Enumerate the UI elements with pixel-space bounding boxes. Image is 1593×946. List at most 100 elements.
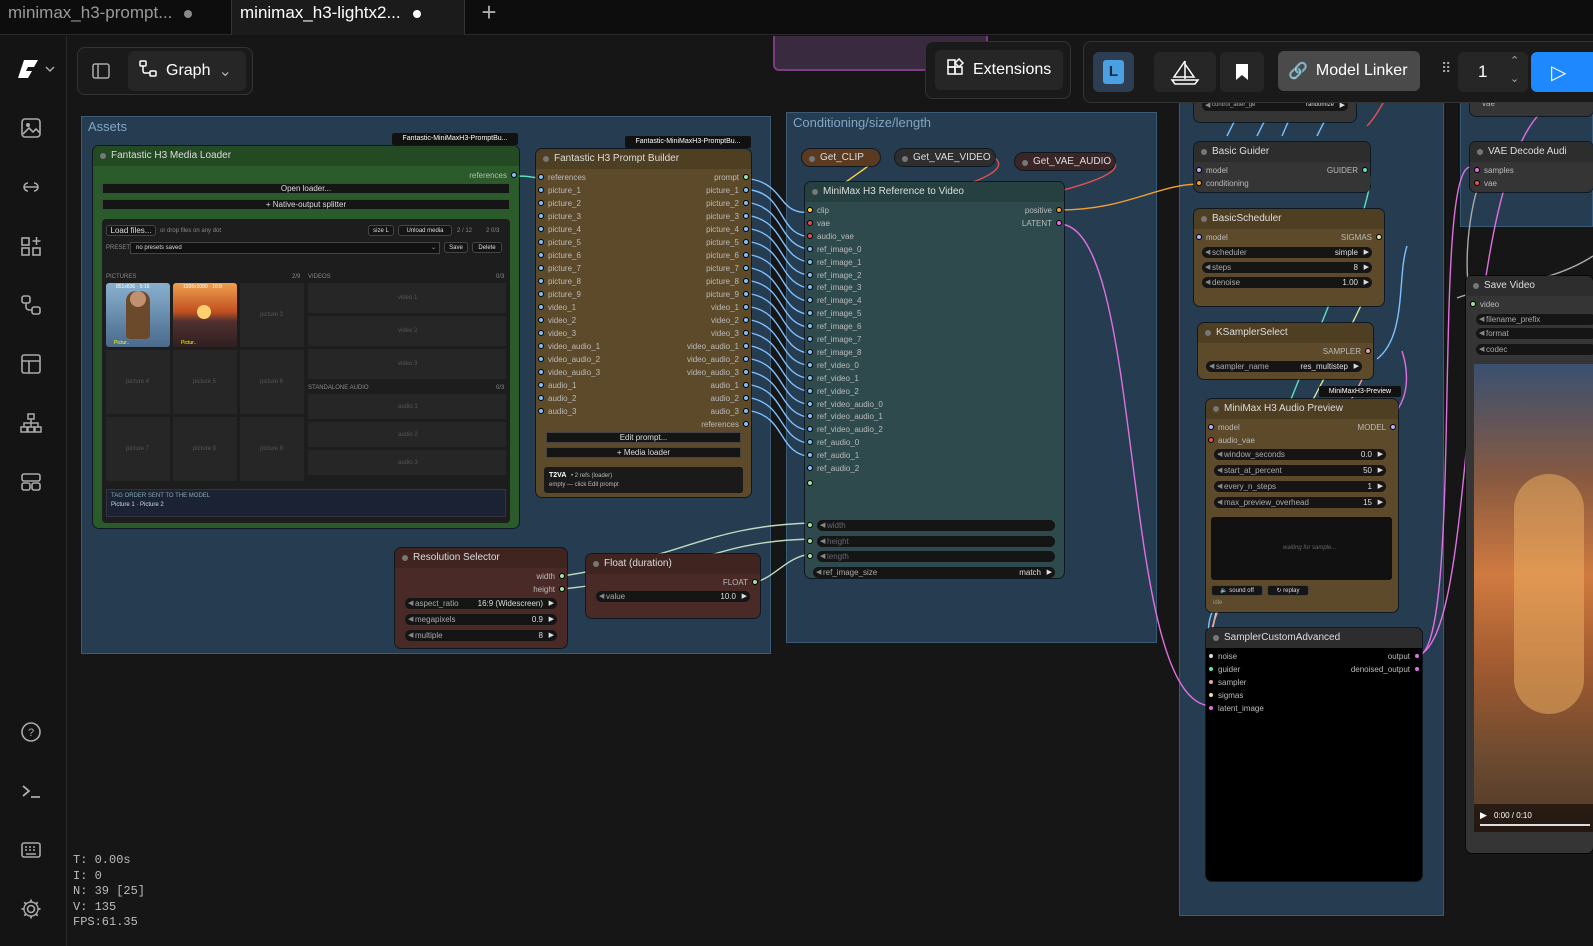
images-icon[interactable] bbox=[18, 115, 44, 141]
input-pin[interactable] bbox=[538, 265, 544, 271]
decrement-icon[interactable]: ◀ bbox=[1479, 328, 1484, 339]
input-pin[interactable] bbox=[807, 207, 813, 213]
node-get-vae-video[interactable]: Get_VAE_VIDEO bbox=[895, 149, 995, 166]
output-pin[interactable] bbox=[743, 382, 749, 388]
chevron-up-icon[interactable]: ⌃ bbox=[1510, 54, 1519, 67]
output-pin[interactable] bbox=[743, 421, 749, 427]
input-pin[interactable] bbox=[538, 408, 544, 414]
picture-slot[interactable]: picture 7 bbox=[106, 417, 170, 481]
delete-preset-button[interactable]: Delete bbox=[472, 242, 502, 253]
output-pin[interactable] bbox=[559, 573, 565, 579]
input-pin[interactable] bbox=[1208, 665, 1214, 672]
decrement-icon[interactable]: ◀ bbox=[408, 598, 413, 609]
play-icon[interactable]: ▶ bbox=[1480, 810, 1487, 821]
increment-icon[interactable]: ▶ bbox=[1378, 497, 1383, 508]
decrement-icon[interactable]: ◀ bbox=[1205, 277, 1210, 288]
input-pin[interactable] bbox=[807, 426, 813, 433]
thumbnail-picture-1[interactable]: 851x836 · 5:16 Pictur.. bbox=[106, 283, 170, 347]
output-pin[interactable] bbox=[559, 586, 565, 592]
chevron-down-icon[interactable]: ⌄ bbox=[1510, 72, 1519, 85]
output-pin[interactable] bbox=[743, 330, 749, 336]
input-pin[interactable] bbox=[1208, 691, 1214, 698]
increment-icon[interactable]: ▶ bbox=[549, 614, 554, 625]
output-pin[interactable] bbox=[743, 174, 749, 180]
video-slot[interactable]: video 1 bbox=[308, 283, 506, 313]
plus-icon[interactable]: + bbox=[477, 0, 501, 26]
input-pin[interactable] bbox=[538, 369, 544, 375]
layout-icon[interactable] bbox=[18, 469, 44, 495]
increment-icon[interactable]: ▶ bbox=[549, 630, 554, 641]
audio-slot[interactable]: audio 1 bbox=[308, 394, 506, 419]
output-pin[interactable] bbox=[1390, 424, 1396, 430]
increment-icon[interactable]: ▶ bbox=[742, 591, 747, 602]
widget-ref-image-size[interactable]: ref_image_size match ◀ ▶ bbox=[813, 567, 1055, 578]
input-pin[interactable] bbox=[538, 343, 544, 349]
decrement-icon[interactable]: ◀ bbox=[1209, 361, 1214, 372]
output-pin[interactable] bbox=[1056, 220, 1062, 226]
widget-start-at-percent[interactable]: start_at_percent 50 ◀ ▶ bbox=[1214, 465, 1386, 476]
input-pin[interactable] bbox=[807, 400, 813, 407]
input-pin[interactable] bbox=[538, 330, 544, 336]
tab-workflow-1[interactable]: minimax_h3-prompt... bbox=[0, 0, 228, 35]
input-pin[interactable] bbox=[807, 271, 813, 278]
decrement-icon[interactable]: ◀ bbox=[1217, 497, 1222, 508]
node-basic-scheduler[interactable]: BasicScheduler model SIGMAS scheduler sim… bbox=[1194, 209, 1384, 306]
decrement-icon[interactable]: ◀ bbox=[820, 551, 825, 562]
input-pin[interactable] bbox=[807, 310, 813, 317]
replay-button[interactable]: ↻ replay bbox=[1267, 585, 1309, 596]
load-files-button[interactable]: Load files... bbox=[106, 225, 156, 236]
input-pin[interactable] bbox=[807, 361, 813, 368]
output-pin[interactable] bbox=[743, 317, 749, 323]
output-pin[interactable] bbox=[743, 291, 749, 297]
queue-count-stepper[interactable]: 1 ⌃ ⌄ bbox=[1458, 52, 1528, 92]
input-pin[interactable] bbox=[1208, 437, 1214, 443]
nodes-icon[interactable] bbox=[18, 233, 44, 259]
input-pin[interactable] bbox=[538, 317, 544, 323]
decrement-icon[interactable]: ◀ bbox=[1479, 344, 1484, 355]
video-slot[interactable]: video 2 bbox=[308, 316, 506, 346]
templates-icon[interactable] bbox=[18, 351, 44, 377]
node-basic-guider[interactable]: Basic Guider model conditioning GUIDER bbox=[1194, 142, 1370, 192]
picture-slot[interactable]: picture 8 bbox=[173, 417, 237, 481]
output-pin[interactable] bbox=[743, 252, 749, 258]
bookmark-icon[interactable] bbox=[1220, 52, 1264, 92]
node-canvas[interactable]: Assets Conditioning/size/length Fantasti… bbox=[67, 36, 1593, 946]
video-preview[interactable]: ▶ 0:00 / 0:10 bbox=[1474, 364, 1593, 832]
increment-icon[interactable]: ▶ bbox=[1364, 277, 1369, 288]
node-float-duration[interactable]: Float (duration) FLOAT value 10.0 ◀ ▶ bbox=[586, 554, 760, 618]
input-pin[interactable] bbox=[807, 465, 813, 471]
node-save-video[interactable]: Save Video video filename_prefix ◀ format… bbox=[1466, 276, 1593, 853]
increment-icon[interactable]: ▶ bbox=[1378, 481, 1383, 492]
input-pin[interactable] bbox=[807, 452, 813, 459]
native-splitter-button[interactable]: + Native-output splitter bbox=[102, 199, 510, 210]
increment-icon[interactable]: ▶ bbox=[1378, 465, 1383, 476]
sound-toggle-button[interactable]: 🔈 sound off bbox=[1211, 585, 1263, 596]
increment-icon[interactable]: ▶ bbox=[1378, 449, 1383, 460]
decrement-icon[interactable]: ◀ bbox=[820, 520, 825, 531]
output-pin[interactable] bbox=[743, 213, 749, 219]
settings-icon[interactable] bbox=[18, 896, 44, 922]
node-resolution-selector[interactable]: Resolution Selector width height aspect_… bbox=[395, 548, 567, 648]
widget-aspect-ratio[interactable]: aspect_ratio 16:9 (Widescreen) ◀ ▶ bbox=[405, 598, 557, 609]
input-pin[interactable] bbox=[807, 219, 813, 226]
decrement-icon[interactable]: ◀ bbox=[820, 536, 825, 547]
widget-width[interactable]: width ◀ bbox=[817, 520, 1055, 531]
open-loader-button[interactable]: Open loader... bbox=[102, 183, 510, 194]
input-pin[interactable] bbox=[807, 348, 813, 355]
input-pin[interactable] bbox=[538, 226, 544, 232]
widget-max-preview-overhead[interactable]: max_preview_overhead 15 ◀ ▶ bbox=[1214, 497, 1386, 508]
decrement-icon[interactable]: ◀ bbox=[816, 567, 821, 578]
logo-icon[interactable] bbox=[16, 56, 56, 82]
widget-value[interactable]: value 10.0 ◀ ▶ bbox=[596, 591, 750, 602]
output-pin[interactable] bbox=[743, 369, 749, 375]
widget-megapixels[interactable]: megapixels 0.9 ◀ ▶ bbox=[405, 614, 557, 625]
thumbnail-picture-2[interactable]: 1936x1080 · 16:9 Pictur.. bbox=[173, 283, 237, 347]
picture-slot[interactable]: picture 6 bbox=[240, 350, 304, 414]
input-pin[interactable] bbox=[807, 245, 813, 252]
drag-handle-icon[interactable]: ⠿ bbox=[1441, 61, 1451, 83]
input-pin[interactable] bbox=[807, 553, 813, 559]
output-pin[interactable] bbox=[743, 304, 749, 310]
input-pin[interactable] bbox=[1474, 167, 1480, 173]
video-slot[interactable]: video 3 bbox=[308, 349, 506, 379]
input-pin[interactable] bbox=[1208, 653, 1214, 659]
